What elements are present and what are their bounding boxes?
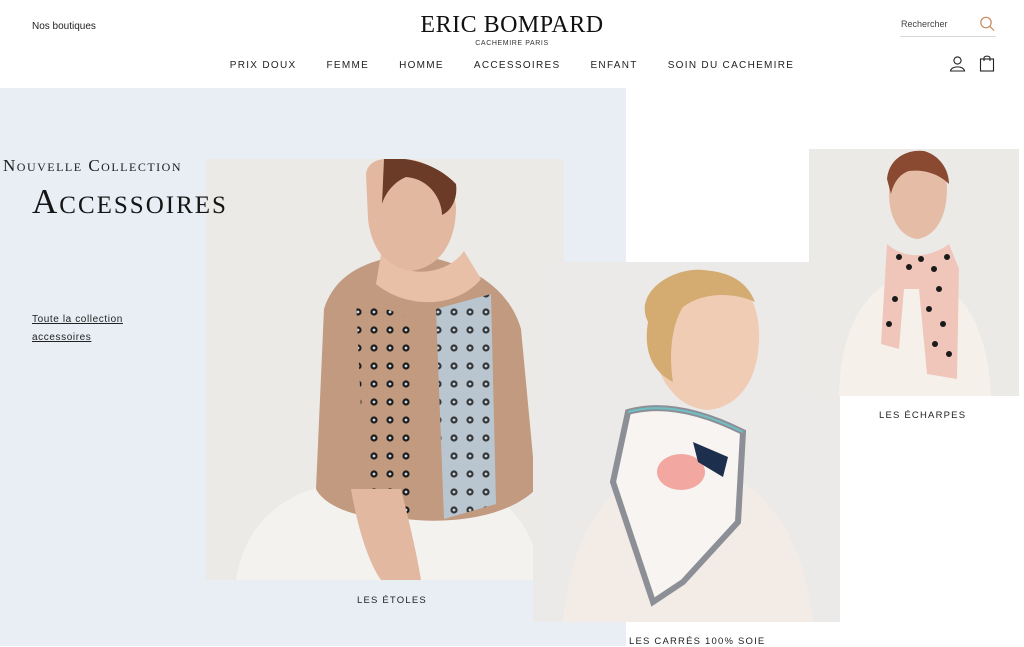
brand-tagline: CACHEMIRE PARIS	[475, 40, 549, 47]
collection-kicker: Nouvelle Collection	[3, 156, 183, 175]
nav-item-accessoires[interactable]: ACCESSOIRES	[474, 60, 561, 71]
shopping-bag-icon[interactable]	[979, 54, 995, 72]
nav-item-homme[interactable]: HOMME	[399, 60, 444, 71]
brand-logo[interactable]: ERIC BOMPARD	[0, 12, 1024, 39]
silk-squares-photo[interactable]	[533, 262, 840, 622]
nav-item-soin-du-cachemire[interactable]: SOIN DU CACHEMIRE	[668, 60, 795, 71]
user-icon[interactable]	[949, 55, 966, 72]
tile-caption-scarves[interactable]: LES ÉCHARPES	[879, 410, 966, 421]
site-header: Nos boutiques ERIC BOMPARD CACHEMIRE PAR…	[0, 0, 1024, 88]
all-accessories-link[interactable]: Toute la collection accessoires	[32, 311, 162, 347]
main-nav: PRIX DOUX FEMME HOMME ACCESSOIRES ENFANT…	[0, 60, 1024, 71]
nav-item-prix-doux[interactable]: PRIX DOUX	[230, 60, 297, 71]
tile-caption-silk-squares[interactable]: LES CARRÉS 100% SOIE	[629, 636, 765, 647]
stoles-photo[interactable]	[206, 159, 564, 580]
search-input[interactable]	[901, 19, 977, 29]
search-bar	[900, 14, 996, 37]
collection-title: Accessoires	[32, 182, 228, 221]
nav-item-femme[interactable]: FEMME	[326, 60, 369, 71]
tile-caption-stoles[interactable]: LES ÉTOLES	[357, 595, 427, 606]
nav-item-enfant[interactable]: ENFANT	[590, 60, 637, 71]
search-icon[interactable]	[978, 15, 996, 33]
scarves-photo[interactable]	[809, 149, 1019, 396]
